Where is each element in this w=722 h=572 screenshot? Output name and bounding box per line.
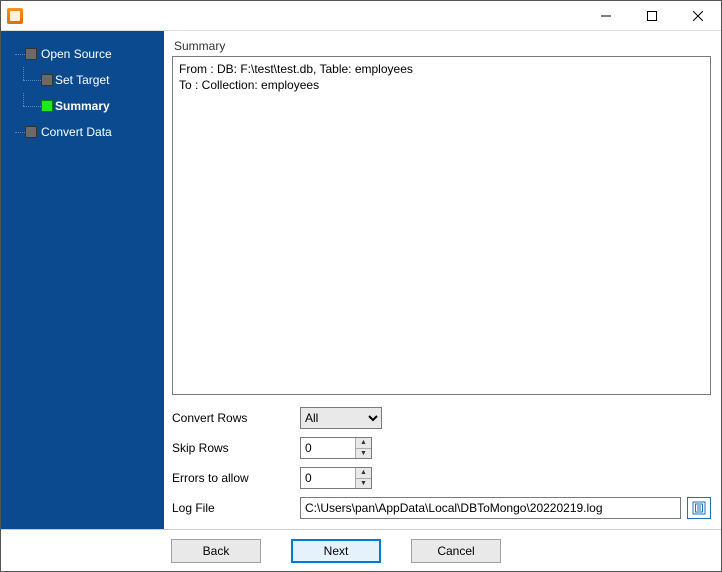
wizard-sidebar: Open Source Set Target Summary Convert D… — [1, 31, 164, 529]
step-status-icon — [25, 126, 37, 138]
sidebar-item-summary[interactable]: Summary — [1, 93, 164, 119]
sidebar-item-label: Convert Data — [41, 125, 112, 139]
browse-log-button[interactable] — [687, 497, 711, 519]
errors-allow-spinner[interactable]: ▲ ▼ — [300, 467, 372, 489]
step-status-icon — [41, 100, 53, 112]
step-status-icon — [41, 74, 53, 86]
app-icon — [7, 8, 23, 24]
window-controls — [583, 1, 721, 30]
summary-line: From : DB: F:\test\test.db, Table: emplo… — [179, 61, 704, 77]
skip-rows-spinner[interactable]: ▲ ▼ — [300, 437, 372, 459]
sidebar-item-convert-data[interactable]: Convert Data — [1, 119, 164, 145]
cancel-button[interactable]: Cancel — [411, 539, 501, 563]
minimize-button[interactable] — [583, 1, 629, 30]
titlebar — [1, 1, 721, 31]
spinner-up-icon[interactable]: ▲ — [356, 438, 371, 449]
spinner-up-icon[interactable]: ▲ — [356, 468, 371, 479]
errors-allow-input[interactable] — [301, 468, 355, 488]
convert-rows-select[interactable]: All — [300, 407, 382, 429]
sidebar-item-set-target[interactable]: Set Target — [1, 67, 164, 93]
summary-line: To : Collection: employees — [179, 77, 704, 93]
spinner-buttons: ▲ ▼ — [355, 438, 371, 458]
options-form: Convert Rows All Skip Rows ▲ ▼ Errors to… — [172, 395, 711, 523]
summary-section-label: Summary — [172, 37, 711, 56]
content: Open Source Set Target Summary Convert D… — [1, 31, 721, 529]
wizard-footer: Back Next Cancel — [1, 529, 721, 571]
log-file-label: Log File — [172, 501, 300, 515]
errors-allow-label: Errors to allow — [172, 471, 300, 485]
spinner-buttons: ▲ ▼ — [355, 468, 371, 488]
next-button[interactable]: Next — [291, 539, 381, 563]
maximize-icon — [647, 11, 657, 21]
sidebar-item-label: Set Target — [55, 73, 109, 87]
browse-icon — [692, 501, 706, 515]
log-file-input[interactable] — [300, 497, 681, 519]
spinner-down-icon[interactable]: ▼ — [356, 449, 371, 459]
sidebar-item-label: Open Source — [41, 47, 112, 61]
sidebar-item-open-source[interactable]: Open Source — [1, 41, 164, 67]
step-status-icon — [25, 48, 37, 60]
close-button[interactable] — [675, 1, 721, 30]
convert-rows-label: Convert Rows — [172, 411, 300, 425]
skip-rows-label: Skip Rows — [172, 441, 300, 455]
spinner-down-icon[interactable]: ▼ — [356, 479, 371, 489]
maximize-button[interactable] — [629, 1, 675, 30]
skip-rows-input[interactable] — [301, 438, 355, 458]
sidebar-item-label: Summary — [55, 99, 110, 113]
minimize-icon — [601, 11, 611, 21]
main-panel: Summary From : DB: F:\test\test.db, Tabl… — [164, 31, 721, 529]
close-icon — [693, 11, 703, 21]
back-button[interactable]: Back — [171, 539, 261, 563]
summary-textarea[interactable]: From : DB: F:\test\test.db, Table: emplo… — [172, 56, 711, 395]
